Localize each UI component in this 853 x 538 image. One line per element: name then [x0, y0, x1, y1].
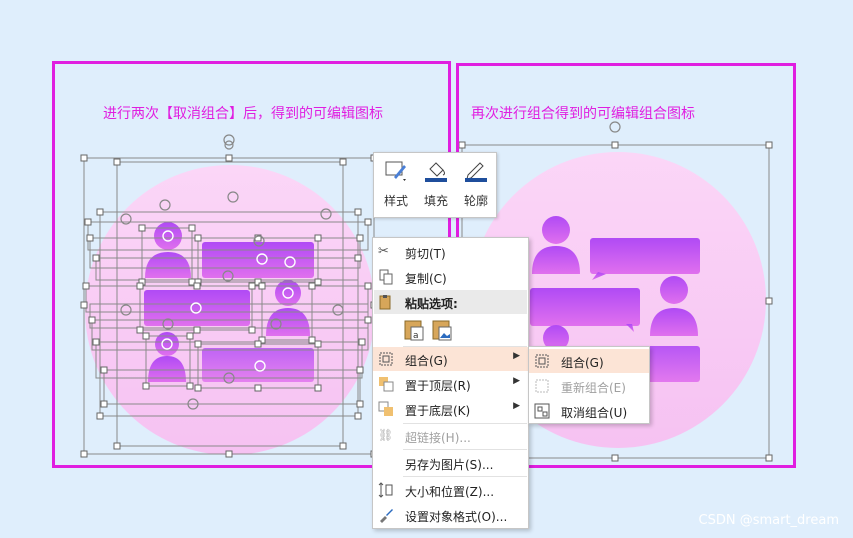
- size-position-icon: [378, 482, 393, 498]
- left-caption: 进行两次【取消组合】后，得到的可编辑图标: [103, 106, 383, 122]
- submenu-arrow-icon: ▶: [513, 401, 520, 411]
- link-icon: ⛓: [378, 428, 394, 442]
- context-menu: ✂ 剪切(T) 复制(C) 粘贴选项: a 组合(G) ▶ 置于顶层(R) ▶ …: [372, 237, 529, 529]
- group-icon: [535, 354, 549, 368]
- menu-paste-options: 粘贴选项:: [373, 290, 528, 314]
- style-button[interactable]: 样式: [376, 153, 416, 219]
- outline-button[interactable]: 轮廓: [456, 153, 496, 219]
- menu-send-to-back[interactable]: 置于底层(K) ▶: [373, 397, 528, 421]
- submenu-regroup: 重新组合(E): [529, 374, 649, 398]
- group-icon: [379, 352, 393, 366]
- fill-label: 填充: [423, 194, 448, 208]
- fill-bucket-icon: [425, 162, 447, 182]
- style-label: 样式: [383, 194, 408, 208]
- group-submenu: 组合(G) 重新组合(E) 取消组合(U): [528, 346, 650, 424]
- menu-bring-to-front[interactable]: 置于顶层(R) ▶: [373, 372, 528, 396]
- menu-copy[interactable]: 复制(C): [373, 265, 528, 289]
- menu-size-position[interactable]: 大小和位置(Z)...: [373, 478, 528, 502]
- mini-toolbar: 样式 填充 轮廓: [373, 152, 497, 218]
- outline-pen-icon: [465, 162, 487, 182]
- submenu-arrow-icon: ▶: [513, 351, 520, 361]
- paste-picture-icon[interactable]: [431, 318, 453, 342]
- scissors-icon: ✂: [378, 244, 389, 259]
- svg-text:a: a: [413, 331, 419, 341]
- menu-cut[interactable]: ✂ 剪切(T): [373, 240, 528, 264]
- submenu-group[interactable]: 组合(G): [529, 349, 649, 373]
- fill-button[interactable]: 填充: [416, 153, 456, 219]
- paste-keep-format-icon[interactable]: a: [403, 318, 425, 342]
- outline-label: 轮廓: [463, 194, 488, 208]
- submenu-arrow-icon: ▶: [513, 376, 520, 386]
- menu-group[interactable]: 组合(G) ▶: [373, 347, 528, 371]
- menu-hyperlink: ⛓ 超链接(H)...: [378, 428, 471, 445]
- send-to-back-icon: [378, 401, 393, 416]
- clipboard-icon: [379, 295, 391, 310]
- watermark: CSDN @smart_dream: [698, 513, 839, 528]
- style-icon: [385, 161, 406, 181]
- format-brush-icon: [380, 509, 393, 523]
- regroup-icon: [535, 379, 549, 393]
- copy-icon: [379, 269, 393, 285]
- right-caption: 再次进行组合得到的可编辑组合图标: [471, 106, 695, 122]
- menu-save-as-picture[interactable]: 另存为图片(S)...: [373, 451, 528, 475]
- ungroup-icon: [534, 403, 550, 419]
- menu-format-object[interactable]: 设置对象格式(O)...: [373, 503, 528, 527]
- submenu-ungroup[interactable]: 取消组合(U): [529, 399, 649, 423]
- bring-to-front-icon: [379, 377, 394, 392]
